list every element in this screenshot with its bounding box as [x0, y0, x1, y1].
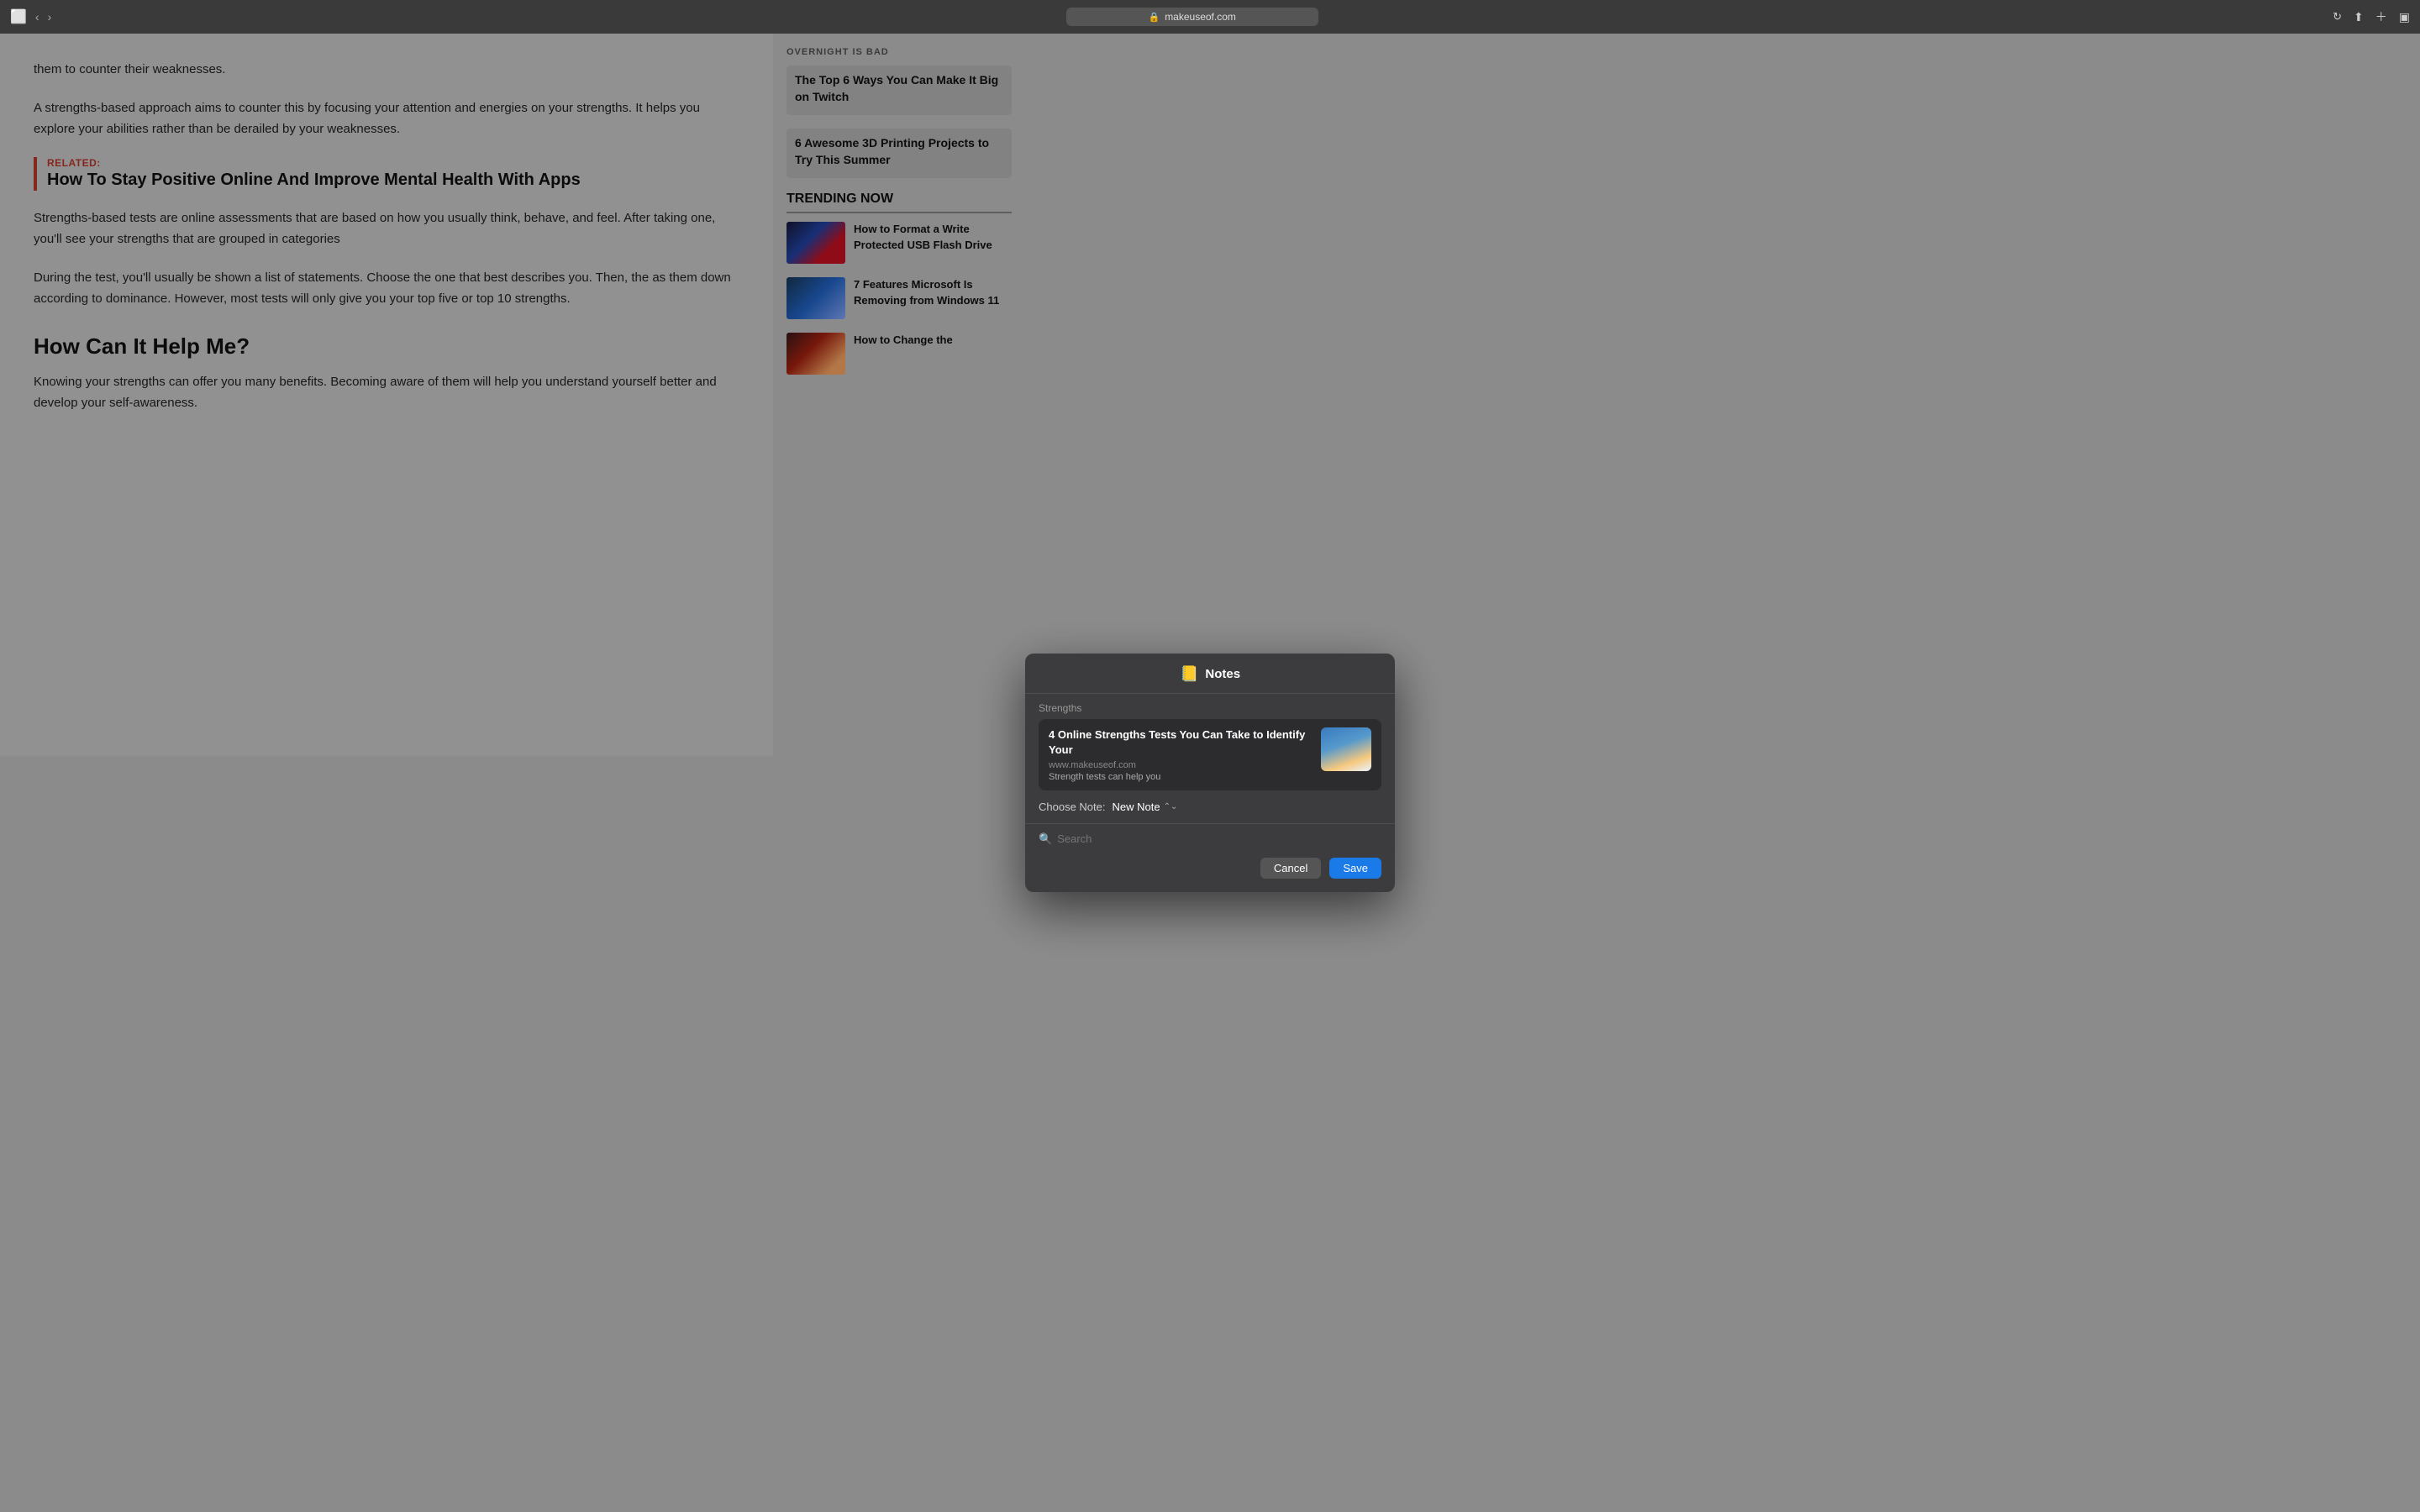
- search-icon: 🔍: [1039, 832, 1052, 846]
- save-button[interactable]: Save: [1329, 858, 1381, 879]
- notes-choose-select[interactable]: New Note ⌃⌄: [1113, 801, 1178, 813]
- notes-card-url: www.makeuseof.com: [1049, 760, 1313, 770]
- notes-card-thumbnail: [1321, 727, 1371, 771]
- sidebar-toggle-icon[interactable]: ⬜: [10, 8, 27, 25]
- notes-search-row: 🔍: [1025, 827, 1395, 851]
- notes-card-title: 4 Online Strengths Tests You Can Take to…: [1049, 727, 1313, 757]
- notes-choose-arrow-icon: ⌃⌄: [1164, 802, 1178, 811]
- forward-button[interactable]: ›: [48, 10, 52, 24]
- browser-chrome: ⬜ ‹ › 🔒 makeuseof.com ↻ ⬆ ＋ ▣: [0, 0, 2420, 34]
- notes-choose-label: Choose Note:: [1039, 801, 1106, 813]
- notes-modal-header: 📒 Notes: [1025, 654, 1395, 694]
- notes-divider: [1025, 823, 1395, 824]
- lock-icon: 🔒: [1148, 12, 1160, 23]
- address-bar[interactable]: 🔒 makeuseof.com: [1066, 8, 1318, 26]
- cancel-button[interactable]: Cancel: [1260, 858, 1321, 879]
- browser-left-controls: ⬜ ‹ ›: [10, 8, 51, 25]
- notes-choose-value: New Note: [1113, 801, 1160, 813]
- notes-card: 4 Online Strengths Tests You Can Take to…: [1039, 719, 1381, 790]
- reload-icon[interactable]: ↻: [2333, 10, 2342, 24]
- url-text: makeuseof.com: [1165, 11, 1236, 23]
- notes-card-preview: Strength tests can help you: [1049, 772, 1313, 782]
- notes-card-content: 4 Online Strengths Tests You Can Take to…: [1049, 727, 1313, 781]
- share-icon[interactable]: ⬆: [2354, 10, 2364, 24]
- notes-section-label: Strengths: [1025, 694, 1395, 719]
- back-button[interactable]: ‹: [35, 10, 39, 24]
- notes-modal: 📒 Notes Strengths 4 Online Strengths Tes…: [1025, 654, 1395, 891]
- notes-card-thumb-image: [1321, 727, 1371, 771]
- notes-modal-title: Notes: [1205, 667, 1240, 681]
- browser-right-controls: ↻ ⬆ ＋ ▣: [2333, 8, 2410, 25]
- modal-overlay: 📒 Notes Strengths 4 Online Strengths Tes…: [0, 34, 2420, 1512]
- notes-app-icon: 📒: [1180, 665, 1198, 683]
- notes-actions-row: Cancel Save: [1025, 851, 1395, 879]
- notes-choose-row: Choose Note: New Note ⌃⌄: [1025, 790, 1395, 820]
- notes-search-input[interactable]: [1057, 832, 1381, 845]
- new-tab-button[interactable]: ＋: [2375, 8, 2387, 25]
- tab-overview-icon[interactable]: ▣: [2399, 10, 2410, 24]
